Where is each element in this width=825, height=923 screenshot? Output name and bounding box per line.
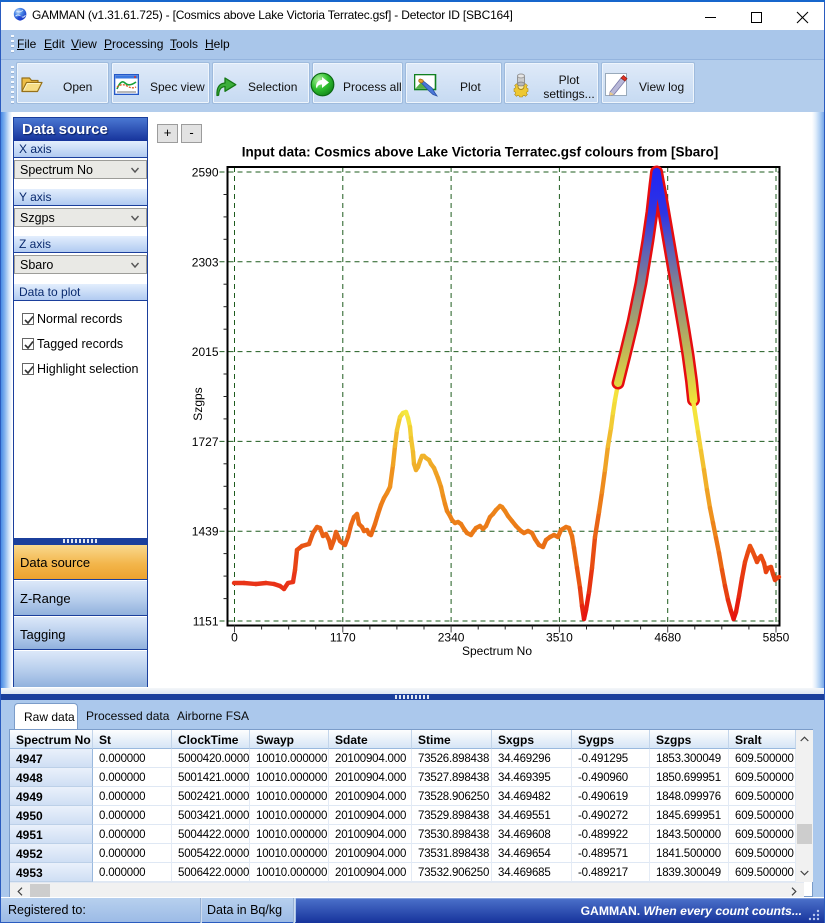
svg-text:Input data: Cosmics above Lake: Input data: Cosmics above Lake Victoria … [242, 145, 719, 160]
svg-text:2303: 2303 [192, 255, 219, 269]
svg-text:1170: 1170 [330, 631, 356, 645]
svg-text:2590: 2590 [192, 166, 219, 180]
svg-text:1727: 1727 [192, 435, 219, 449]
svg-text:5850: 5850 [763, 631, 790, 645]
svg-text:Szgps: Szgps [191, 387, 205, 420]
svg-text:4680: 4680 [654, 631, 681, 645]
svg-text:Spectrum No: Spectrum No [462, 644, 532, 658]
svg-text:1439: 1439 [192, 525, 219, 539]
svg-text:0: 0 [231, 631, 238, 645]
svg-text:2340: 2340 [438, 631, 465, 645]
svg-text:3510: 3510 [546, 631, 573, 645]
svg-text:2015: 2015 [192, 345, 219, 359]
svg-text:1151: 1151 [193, 615, 219, 629]
